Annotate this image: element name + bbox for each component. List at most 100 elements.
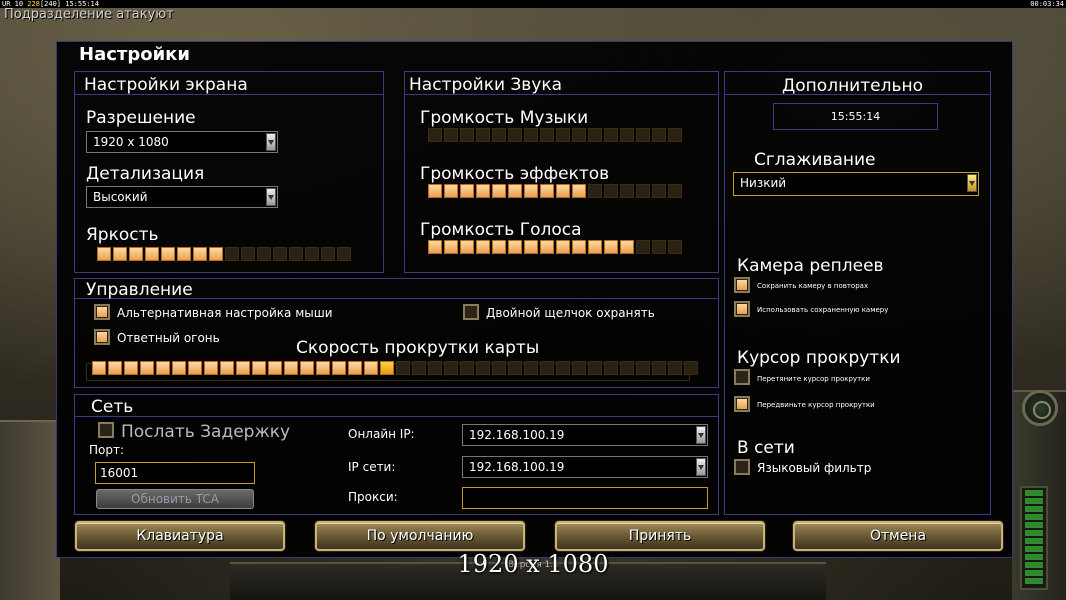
slider-cell[interactable] [273, 247, 287, 261]
default-button[interactable]: По умолчанию [315, 521, 525, 551]
slider-cell[interactable] [668, 240, 682, 254]
slider-cell[interactable] [236, 361, 250, 375]
slider-cell[interactable] [113, 247, 127, 261]
slider-cell[interactable] [129, 247, 143, 261]
slider-cell[interactable] [396, 361, 410, 375]
slider-cell[interactable] [508, 184, 522, 198]
effects-volume-slider[interactable] [428, 184, 682, 198]
slider-cell[interactable] [492, 184, 506, 198]
slider-cell[interactable] [572, 184, 586, 198]
slider-cell[interactable] [636, 128, 650, 142]
update-tca-button[interactable]: Обновить TCA [96, 489, 254, 509]
slider-cell[interactable] [460, 240, 474, 254]
slider-cell[interactable] [188, 361, 202, 375]
scroll-cursor-opt2-checkbox[interactable] [734, 396, 750, 412]
slider-cell[interactable] [348, 361, 362, 375]
radar-icon[interactable] [1022, 390, 1058, 426]
slider-cell[interactable] [124, 361, 138, 375]
slider-cell[interactable] [652, 240, 666, 254]
slider-cell[interactable] [321, 247, 335, 261]
antialias-dropdown[interactable]: Низкий [733, 172, 979, 196]
slider-cell[interactable] [316, 361, 330, 375]
slider-cell[interactable] [289, 247, 303, 261]
brightness-slider[interactable] [97, 247, 351, 261]
accept-button[interactable]: Принять [555, 521, 765, 551]
slider-cell[interactable] [97, 247, 111, 261]
slider-cell[interactable] [556, 361, 570, 375]
slider-cell[interactable] [604, 184, 618, 198]
slider-cell[interactable] [620, 184, 634, 198]
slider-cell[interactable] [652, 361, 666, 375]
slider-cell[interactable] [364, 361, 378, 375]
proxy-input[interactable] [462, 487, 708, 509]
chevron-down-icon[interactable] [266, 133, 276, 151]
slider-cell[interactable] [540, 128, 554, 142]
slider-cell[interactable] [460, 128, 474, 142]
replay-use-checkbox[interactable] [734, 301, 750, 317]
slider-cell[interactable] [444, 184, 458, 198]
chevron-down-icon[interactable] [266, 188, 276, 206]
slider-cell[interactable] [668, 184, 682, 198]
slider-cell[interactable] [572, 240, 586, 254]
slider-cell[interactable] [476, 361, 490, 375]
slider-cell[interactable] [209, 247, 223, 261]
slider-cell[interactable] [620, 361, 634, 375]
slider-cell[interactable] [460, 184, 474, 198]
slider-cell[interactable] [620, 128, 634, 142]
slider-cell[interactable] [604, 240, 618, 254]
slider-cell[interactable] [177, 247, 191, 261]
slider-cell[interactable] [636, 184, 650, 198]
slider-cell[interactable] [620, 240, 634, 254]
slider-cell[interactable] [380, 361, 394, 375]
slider-cell[interactable] [145, 247, 159, 261]
slider-cell[interactable] [460, 361, 474, 375]
slider-cell[interactable] [193, 247, 207, 261]
slider-cell[interactable] [444, 128, 458, 142]
slider-cell[interactable] [588, 184, 602, 198]
slider-cell[interactable] [140, 361, 154, 375]
slider-cell[interactable] [257, 247, 271, 261]
slider-cell[interactable] [524, 184, 538, 198]
slider-cell[interactable] [300, 361, 314, 375]
slider-cell[interactable] [652, 128, 666, 142]
slider-cell[interactable] [556, 184, 570, 198]
slider-cell[interactable] [172, 361, 186, 375]
slider-cell[interactable] [588, 128, 602, 142]
slider-cell[interactable] [540, 361, 554, 375]
slider-cell[interactable] [412, 361, 426, 375]
slider-cell[interactable] [444, 240, 458, 254]
slider-cell[interactable] [668, 361, 682, 375]
slider-cell[interactable] [220, 361, 234, 375]
slider-cell[interactable] [337, 247, 351, 261]
slider-cell[interactable] [636, 361, 650, 375]
slider-cell[interactable] [492, 240, 506, 254]
slider-cell[interactable] [508, 361, 522, 375]
slider-cell[interactable] [524, 240, 538, 254]
slider-cell[interactable] [428, 361, 442, 375]
online-ip-dropdown[interactable]: 192.168.100.19 [462, 424, 708, 446]
slider-cell[interactable] [524, 128, 538, 142]
language-filter-checkbox[interactable] [734, 459, 750, 475]
scroll-speed-slider[interactable] [92, 361, 698, 375]
slider-cell[interactable] [684, 361, 698, 375]
alt-mouse-checkbox[interactable] [94, 304, 110, 320]
slider-cell[interactable] [556, 240, 570, 254]
chevron-down-icon[interactable] [696, 426, 706, 444]
slider-cell[interactable] [305, 247, 319, 261]
slider-cell[interactable] [241, 247, 255, 261]
slider-cell[interactable] [161, 247, 175, 261]
slider-cell[interactable] [540, 240, 554, 254]
voice-volume-slider[interactable] [428, 240, 682, 254]
slider-cell[interactable] [476, 240, 490, 254]
slider-cell[interactable] [524, 361, 538, 375]
double-click-checkbox[interactable] [463, 304, 479, 320]
slider-cell[interactable] [284, 361, 298, 375]
slider-cell[interactable] [492, 128, 506, 142]
slider-cell[interactable] [556, 128, 570, 142]
slider-cell[interactable] [492, 361, 506, 375]
slider-cell[interactable] [204, 361, 218, 375]
network-ip-dropdown[interactable]: 192.168.100.19 [462, 456, 708, 478]
detail-dropdown[interactable]: Высокий [86, 186, 278, 208]
chevron-down-icon[interactable] [967, 174, 977, 192]
slider-cell[interactable] [428, 240, 442, 254]
